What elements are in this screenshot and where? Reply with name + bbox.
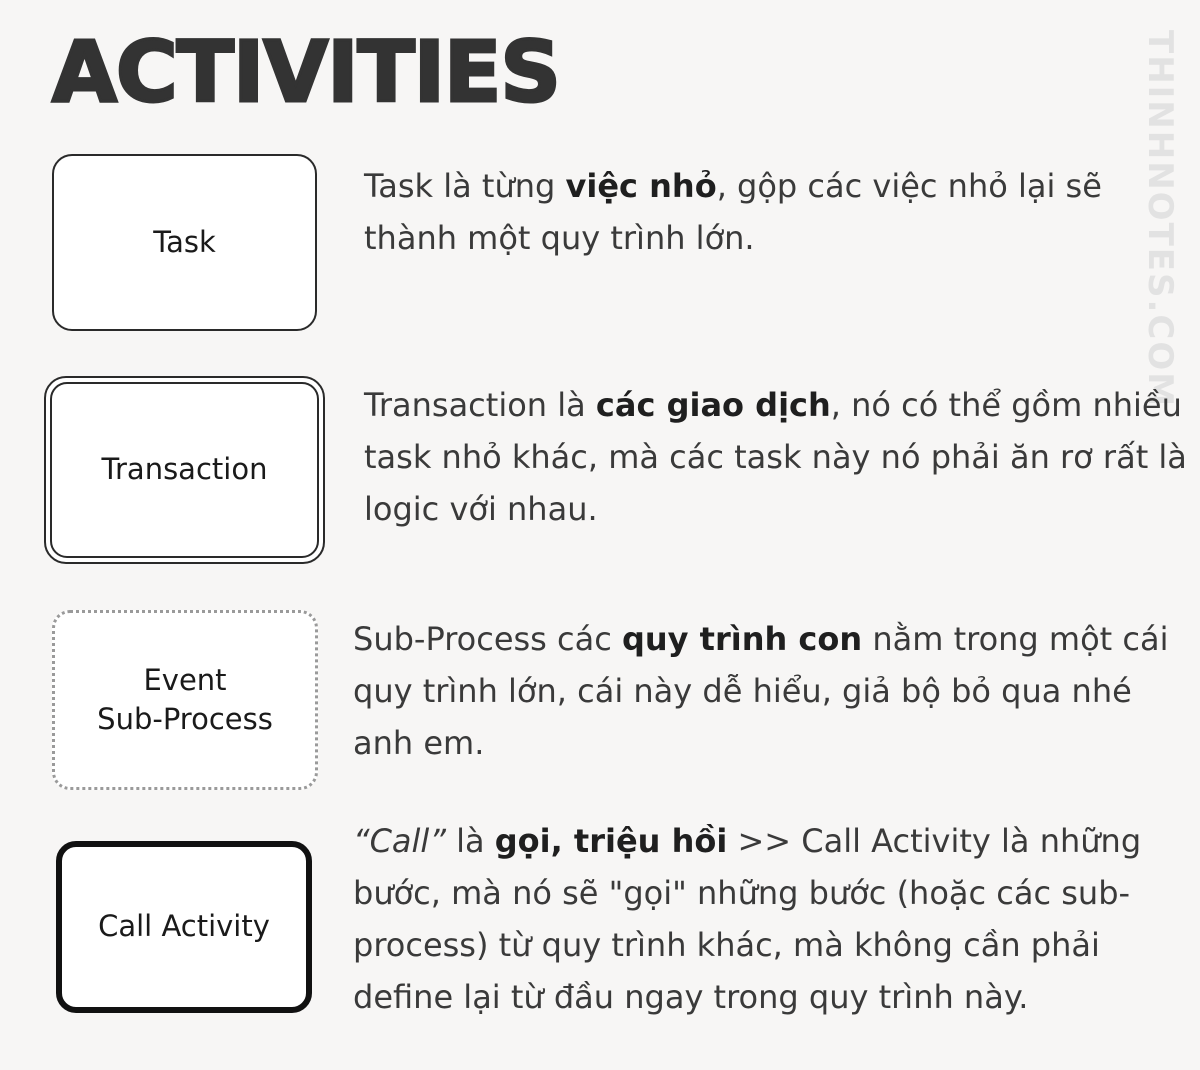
transaction-shape: Transaction [44,376,325,564]
task-shape: Task [52,154,317,331]
description-segment: quy trình con [621,620,863,658]
call-activity-shape-label: Call Activity [98,909,270,944]
event-subprocess-description: Sub-Process các quy trình con nằm trong … [353,613,1183,769]
transaction-inner-border: Transaction [50,382,319,558]
description-segment: các giao dịch [595,386,831,424]
description-segment: Task là từng [364,167,566,205]
description-segment: gọi, triệu hồi [494,822,728,860]
page-title: ACTIVITIES [51,23,563,121]
task-shape-label: Task [153,224,216,259]
call-activity-shape: Call Activity [56,841,312,1013]
task-description: Task là từng việc nhỏ, gộp các việc nhỏ … [364,160,1194,264]
call-activity-description: “Call” là gọi, triệu hồi >> Call Activit… [353,815,1183,1023]
event-subprocess-shape: Event Sub-Process [52,610,318,790]
event-subprocess-shape-label: Event Sub-Process [97,662,273,736]
description-segment: Transaction là [364,386,596,424]
transaction-shape-label: Transaction [101,452,268,487]
description-segment: Sub-Process các [353,620,622,658]
description-segment: “Call” [353,822,446,860]
description-segment: việc nhỏ [565,167,717,205]
description-segment: là [445,822,495,860]
transaction-description: Transaction là các giao dịch, nó có thể … [364,379,1194,535]
